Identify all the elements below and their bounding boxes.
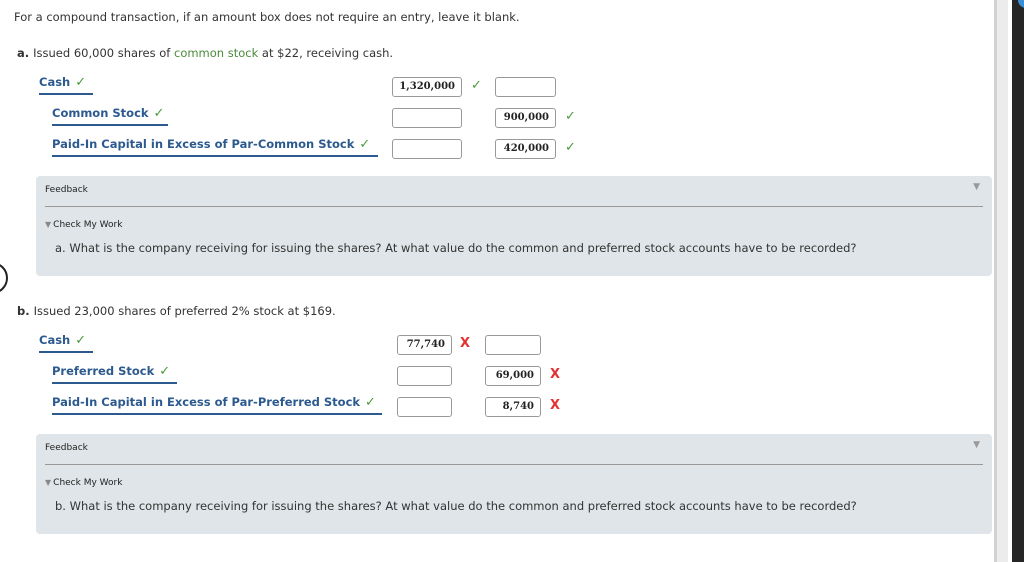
question-text: Issued 60,000 shares of bbox=[33, 46, 174, 60]
credit-input-apic-preferred[interactable]: 8,740 bbox=[485, 397, 541, 417]
check-my-work-toggle[interactable]: ▼ Check My Work bbox=[45, 220, 122, 230]
triangle-down-icon: ▼ bbox=[45, 220, 52, 229]
check-icon: ✓ bbox=[471, 78, 482, 93]
divider bbox=[45, 464, 983, 465]
question-letter: a. bbox=[17, 46, 30, 60]
check-my-work-toggle[interactable]: ▼ Check My Work bbox=[45, 478, 122, 488]
check-icon: ✓ bbox=[153, 106, 165, 121]
check-my-work-label: Check My Work bbox=[53, 478, 123, 488]
instructions-text: For a compound transaction, if an amount… bbox=[14, 10, 520, 24]
question-text-end: at $22, receiving cash. bbox=[258, 46, 394, 60]
credit-input-cash-b[interactable] bbox=[485, 335, 541, 355]
debit-input-preferred-stock[interactable] bbox=[397, 366, 452, 386]
account-label: Cash bbox=[39, 333, 71, 347]
account-select-apic-preferred[interactable]: Paid-In Capital in Excess of Par-Preferr… bbox=[52, 395, 382, 415]
question-text: Issued 23,000 shares of preferred 2% sto… bbox=[33, 304, 336, 318]
account-label: Paid-In Capital in Excess of Par-Common … bbox=[52, 137, 355, 151]
credit-input-preferred-stock[interactable]: 69,000 bbox=[485, 366, 541, 386]
account-label: Paid-In Capital in Excess of Par-Preferr… bbox=[52, 395, 361, 409]
account-label: Preferred Stock bbox=[52, 364, 155, 378]
check-icon: ✓ bbox=[359, 137, 371, 152]
feedback-title: Feedback bbox=[45, 443, 88, 453]
question-b: b. Issued 23,000 shares of preferred 2% s… bbox=[17, 304, 336, 318]
feedback-panel-b: Feedback ▼ ▼ Check My Work b. What is the… bbox=[36, 434, 992, 534]
collapse-arrow-icon[interactable]: ▼ bbox=[973, 182, 980, 192]
account-label: Cash bbox=[39, 75, 71, 89]
debit-input-cash[interactable]: 1,320,000 bbox=[392, 77, 462, 97]
circle-icon bbox=[0, 262, 8, 294]
triangle-down-icon: ▼ bbox=[45, 478, 52, 487]
credit-input-cash[interactable] bbox=[495, 77, 556, 97]
account-select-cash[interactable]: Cash ✓ bbox=[39, 75, 93, 95]
glossary-link-common-stock[interactable]: common stock bbox=[174, 46, 258, 60]
x-icon: X bbox=[550, 398, 561, 413]
account-label: Common Stock bbox=[52, 106, 149, 120]
account-select-common-stock[interactable]: Common Stock ✓ bbox=[52, 106, 168, 126]
check-icon: ✓ bbox=[75, 75, 87, 90]
collapse-arrow-icon[interactable]: ▼ bbox=[973, 440, 980, 450]
debit-input-cash-b[interactable]: 77,740 bbox=[397, 335, 452, 355]
assignment-page: For a compound transaction, if an amount… bbox=[0, 0, 994, 562]
check-my-work-label: Check My Work bbox=[53, 220, 123, 230]
question-a: a. Issued 60,000 shares of common stock a… bbox=[17, 46, 393, 60]
x-icon: X bbox=[550, 367, 561, 382]
feedback-text: b. What is the company receiving for iss… bbox=[55, 499, 857, 513]
credit-input-common-stock[interactable]: 900,000 bbox=[495, 108, 556, 128]
credit-input-apic-common[interactable]: 420,000 bbox=[495, 139, 556, 159]
divider bbox=[45, 206, 983, 207]
check-icon: ✓ bbox=[75, 333, 87, 348]
side-panel bbox=[1012, 0, 1024, 562]
debit-input-common-stock[interactable] bbox=[392, 108, 462, 128]
check-icon: ✓ bbox=[159, 364, 171, 379]
account-select-cash-b[interactable]: Cash ✓ bbox=[39, 333, 93, 353]
question-letter: b. bbox=[17, 304, 30, 318]
check-icon: ✓ bbox=[565, 109, 576, 124]
debit-input-apic-preferred[interactable] bbox=[397, 397, 452, 417]
debit-input-apic-common[interactable] bbox=[392, 139, 462, 159]
check-icon: ✓ bbox=[365, 395, 376, 410]
account-select-preferred-stock[interactable]: Preferred Stock ✓ bbox=[52, 364, 177, 384]
check-icon: ✓ bbox=[565, 140, 576, 155]
feedback-title: Feedback bbox=[45, 185, 88, 195]
feedback-panel-a: Feedback ▼ ▼ Check My Work a. What is the… bbox=[36, 176, 992, 276]
scrollbar[interactable] bbox=[994, 0, 1008, 562]
feedback-text: a. What is the company receiving for iss… bbox=[55, 241, 857, 255]
x-icon: X bbox=[460, 336, 471, 351]
account-select-apic-common[interactable]: Paid-In Capital in Excess of Par-Common … bbox=[52, 137, 378, 157]
